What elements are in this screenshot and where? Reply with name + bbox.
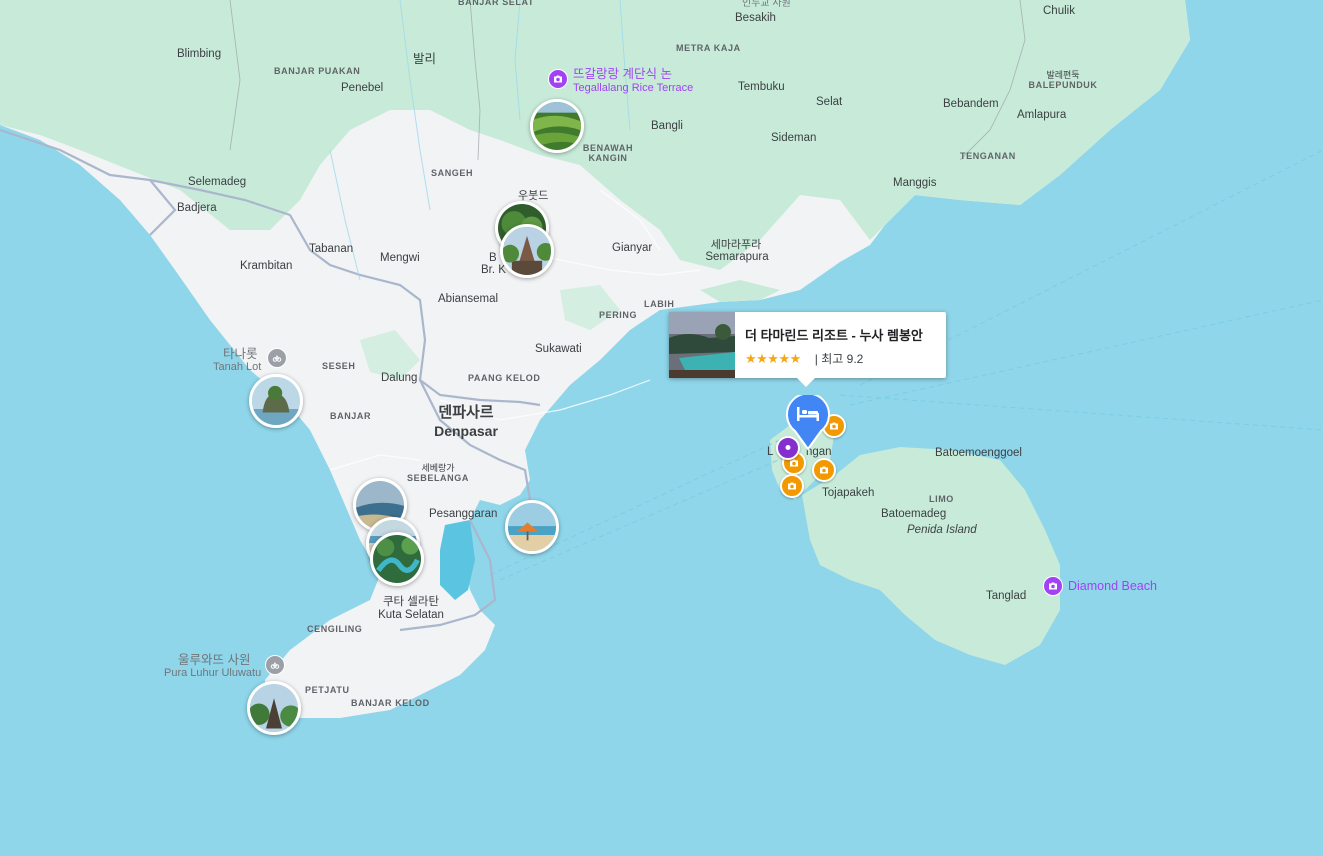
- poi-uluwatu-ko: 울루와뜨 사원: [178, 653, 251, 667]
- label-limo: LIMO: [929, 494, 954, 504]
- label-tabanan: Tabanan: [309, 243, 354, 255]
- poi-tanah-lot-ko: 타나롯: [223, 347, 258, 361]
- temple-icon: [267, 348, 287, 368]
- label-br-k-partial: Br. K: [481, 264, 506, 276]
- star-rating-icon: ★★★★★: [745, 350, 801, 366]
- label-abiansemal: Abiansemal: [438, 293, 499, 305]
- label-bali-ko: 발리: [413, 52, 437, 66]
- poi-tegallalang-ko: 뜨갈랑랑 계단식 논: [573, 67, 672, 81]
- label-lembongan-partial: L: [767, 446, 774, 458]
- label-badjera: Badjera: [177, 202, 217, 214]
- label-besakih-ko: 인두교 사원: [742, 0, 791, 9]
- photo-pin-ubud-temple[interactable]: [500, 224, 554, 278]
- label-semarapura: Semarapura: [705, 251, 769, 263]
- label-metra-kaja: METRA KAJA: [676, 43, 741, 53]
- label-selat: Selat: [816, 96, 843, 108]
- label-cengiling: CENGILING: [307, 624, 363, 634]
- label-banjar: BANJAR: [330, 411, 372, 421]
- poi-diamond-beach-label: Diamond Beach: [1068, 579, 1157, 593]
- poi-tegallalang-en: Tegallalang Rice Terrace: [573, 82, 694, 94]
- label-manggis: Manggis: [893, 177, 937, 189]
- photo-pin-sanur-beach[interactable]: [505, 500, 559, 554]
- label-banjar-selat: BANJAR SELAT: [458, 0, 535, 7]
- label-tanglad: Tanglad: [986, 590, 1027, 602]
- photo-pin-tanah-lot[interactable]: [249, 374, 303, 428]
- card-pointer: [797, 378, 815, 387]
- label-benawah-kangin: BENAWAH KANGIN: [582, 143, 634, 163]
- camera-icon[interactable]: [780, 474, 804, 498]
- label-pesanggaran: Pesanggaran: [429, 508, 498, 520]
- label-balepunduk: BALEPUNDUK: [1028, 80, 1098, 90]
- label-sideman: Sideman: [771, 132, 817, 144]
- label-gianyar: Gianyar: [612, 242, 653, 254]
- label-amlapura: Amlapura: [1017, 109, 1067, 121]
- label-blimbing: Blimbing: [177, 48, 222, 60]
- label-bebandem: Bebandem: [943, 98, 999, 110]
- label-pering: PERING: [599, 310, 638, 320]
- label-bangli: Bangli: [651, 120, 683, 132]
- poi-tanah-lot-en: Tanah Lot: [213, 361, 262, 373]
- label-sebelanga: SEBELANGA: [407, 473, 469, 483]
- camera-icon: [548, 69, 568, 89]
- label-tembuku: Tembuku: [738, 81, 785, 93]
- hotel-rating-text: | 최고 9.2: [814, 352, 864, 366]
- photo-pin-uluwatu[interactable]: [247, 681, 301, 735]
- label-besakih: Besakih: [735, 12, 776, 24]
- photo-pin-rice-terrace[interactable]: [530, 99, 584, 153]
- poi-uluwatu-en: Pura Luhur Uluwatu: [164, 667, 262, 679]
- label-penida-island: Penida Island: [907, 524, 977, 536]
- label-batoemadeg: Batoemadeg: [881, 508, 947, 520]
- label-dalung: Dalung: [381, 372, 418, 384]
- hotel-name: 더 타마린드 리조트 - 누사 렘봉안: [745, 328, 923, 343]
- hotel-thumbnail: [669, 312, 735, 378]
- label-tenganan: TENGANAN: [960, 151, 1016, 161]
- label-tojapakeh: Tojapakeh: [822, 487, 875, 499]
- label-seseh: SESEH: [322, 361, 356, 371]
- label-labih: LABIH: [644, 299, 675, 309]
- label-krambitan: Krambitan: [240, 260, 293, 272]
- label-batoemoenggoel: Batoemoenggoel: [935, 447, 1022, 459]
- label-paang-kelod: PAANG KELOD: [468, 373, 541, 383]
- label-denpasar-ko: 덴파사르: [438, 404, 494, 421]
- temple-icon: [265, 655, 285, 675]
- label-selemadeg: Selemadeg: [188, 176, 247, 188]
- label-mengwi: Mengwi: [380, 252, 420, 264]
- camera-icon: [1043, 576, 1063, 596]
- label-banjar-puakan: BANJAR PUAKAN: [274, 66, 361, 76]
- label-petjatu: PETJATU: [305, 685, 350, 695]
- hotel-info-card[interactable]: 더 타마린드 리조트 - 누사 렘봉안 ★★★★★ | 최고 9.2: [669, 312, 946, 387]
- label-kuta-selatan-ko: 쿠타 셀라탄: [382, 596, 440, 608]
- label-denpasar: Denpasar: [434, 423, 498, 439]
- hotel-marker-icon[interactable]: [785, 395, 831, 451]
- label-sukawati: Sukawati: [535, 343, 582, 355]
- label-chulik: Chulik: [1043, 5, 1075, 17]
- camera-icon[interactable]: [812, 458, 836, 482]
- label-penebel: Penebel: [341, 82, 384, 94]
- photo-pin-waterpark[interactable]: [370, 532, 424, 586]
- label-banjar-kelod: BANJAR KELOD: [351, 698, 430, 708]
- label-sangeh: SANGEH: [431, 168, 474, 178]
- label-kuta-selatan: Kuta Selatan: [378, 609, 444, 621]
